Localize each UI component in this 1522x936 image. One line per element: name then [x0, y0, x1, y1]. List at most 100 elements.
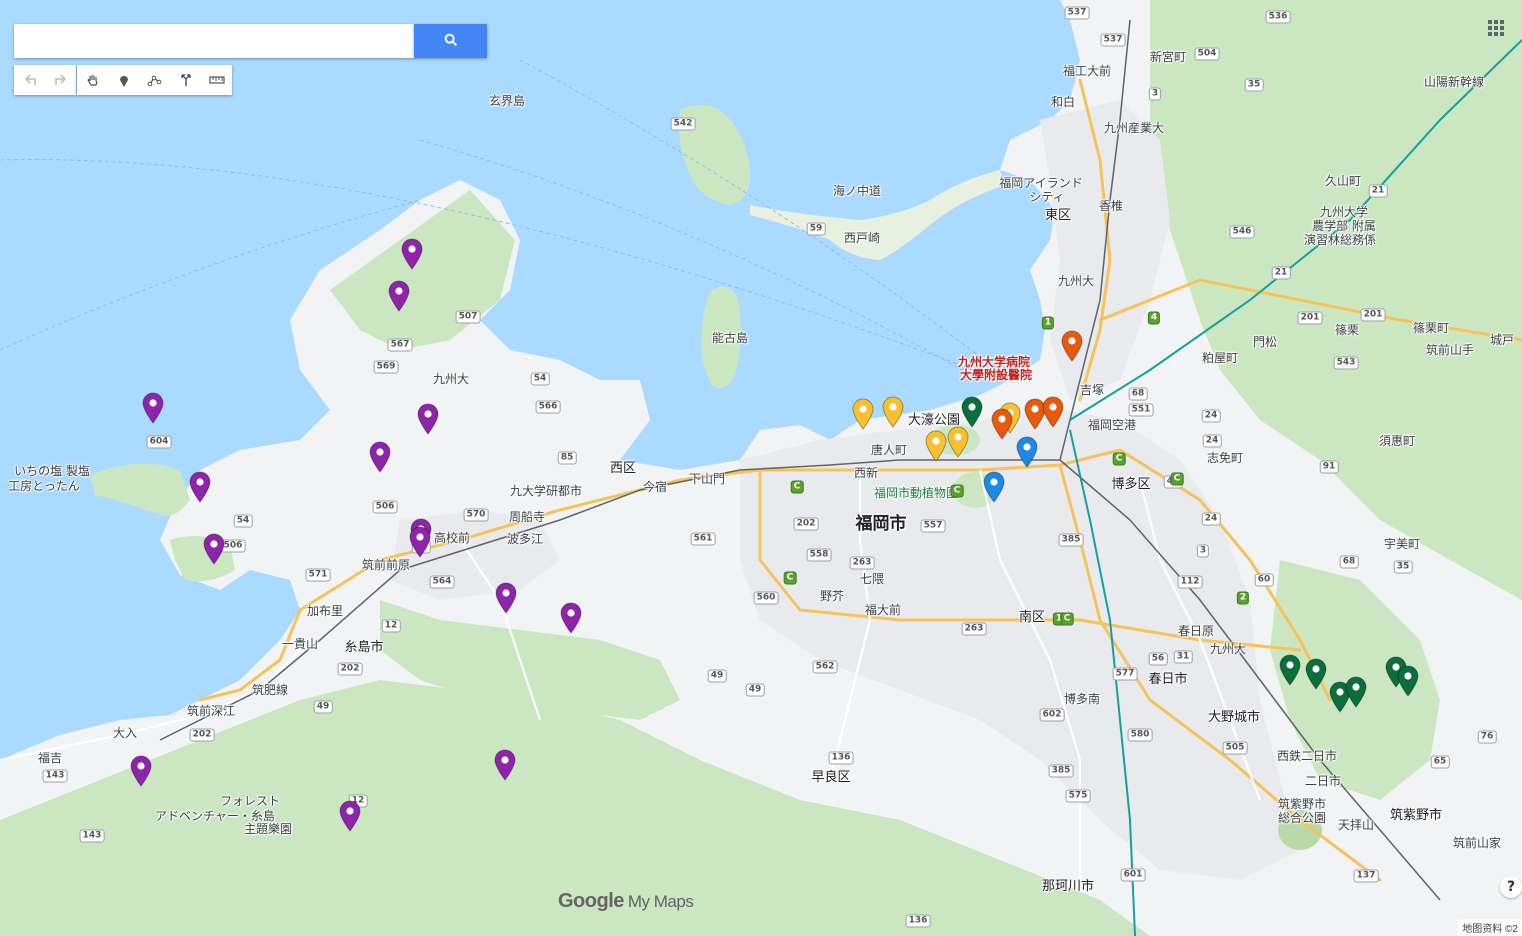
map-pin-icon — [961, 396, 983, 428]
place-label: 西新 — [853, 466, 879, 480]
add-marker-button[interactable] — [108, 65, 139, 95]
map-marker-blue[interactable] — [982, 471, 1006, 503]
road-shield: 60 — [1254, 573, 1274, 587]
place-label: 加布里 — [306, 604, 344, 618]
map-marker-green[interactable] — [1396, 665, 1420, 697]
my-maps-wordmark: My Maps — [627, 892, 694, 911]
map-marker-orange[interactable] — [1041, 396, 1065, 428]
place-label: 春日市 — [1148, 672, 1188, 687]
place-label: 波多江 — [506, 532, 544, 546]
draw-line-button[interactable] — [139, 65, 170, 95]
map-pin-icon — [1061, 330, 1083, 362]
map-marker-yellow[interactable] — [924, 430, 948, 462]
search-button[interactable] — [414, 24, 487, 58]
apps-grid-icon[interactable] — [1486, 18, 1506, 38]
place-label: 篠栗 — [1334, 323, 1360, 337]
place-label: アドベンチャー・糸島 — [155, 809, 275, 823]
directions-button[interactable] — [170, 65, 201, 95]
road-shield: 604 — [146, 435, 172, 449]
map-marker-purple[interactable] — [368, 441, 392, 473]
map-marker-purple[interactable] — [493, 749, 517, 781]
place-label: 下山門 — [688, 472, 726, 486]
road-shield: 68 — [1128, 387, 1148, 401]
road-shield: 601 — [1120, 868, 1146, 882]
road-shield: 202 — [189, 728, 215, 742]
place-label: 香椎 — [1098, 199, 1124, 213]
road-shield: 35 — [1244, 78, 1264, 92]
map-marker-purple[interactable] — [494, 582, 518, 614]
map-marker-yellow[interactable] — [851, 398, 875, 430]
place-label: シティ — [1029, 190, 1065, 204]
place-label: 那珂川市 — [1041, 879, 1095, 894]
map-marker-purple[interactable] — [559, 602, 583, 634]
place-label: 野芥 — [819, 589, 845, 603]
map-marker-green[interactable] — [1344, 676, 1368, 708]
place-label: 山陽新幹線 — [1423, 75, 1485, 89]
map-marker-green[interactable] — [960, 396, 984, 428]
place-label: 九大学研都市 — [509, 484, 583, 498]
road-shield: 21 — [1271, 266, 1291, 280]
map-pin-icon — [882, 396, 904, 428]
map-pin-icon — [369, 441, 391, 473]
map-marker-purple[interactable] — [188, 471, 212, 503]
map-pin-icon — [130, 755, 152, 787]
map-marker-green[interactable] — [1304, 658, 1328, 690]
map-marker-purple[interactable] — [129, 755, 153, 787]
road-shield: C — [950, 484, 964, 498]
map-marker-orange[interactable] — [1060, 330, 1084, 362]
map-marker-orange[interactable] — [990, 408, 1014, 440]
map-marker-purple[interactable] — [408, 526, 432, 558]
map-marker-purple[interactable] — [400, 238, 424, 270]
place-label: 今宿 — [642, 480, 668, 494]
map-marker-green[interactable] — [1278, 654, 1302, 686]
road-shield: 577 — [1112, 667, 1138, 681]
search-input[interactable] — [14, 24, 414, 58]
hand-icon — [86, 75, 98, 86]
pan-tool-button[interactable] — [77, 65, 108, 95]
place-label: 吉塚 — [1079, 383, 1105, 397]
map-marker-yellow[interactable] — [946, 426, 970, 458]
road-shield: 202 — [337, 662, 363, 676]
road-shield: 263 — [961, 622, 987, 636]
map-pin-icon — [1016, 436, 1038, 468]
help-icon[interactable]: ? — [1500, 876, 1522, 898]
place-label: 筑前山手 — [1425, 343, 1475, 357]
map-pin-icon — [1397, 665, 1419, 697]
place-label: 和白 — [1050, 95, 1076, 109]
map-marker-purple[interactable] — [338, 800, 362, 832]
place-label: 二日市 — [1304, 774, 1342, 788]
map-marker-purple[interactable] — [202, 533, 226, 565]
redo-button[interactable] — [45, 65, 76, 95]
place-label: 西区 — [609, 461, 637, 476]
road-shield: 575 — [1065, 789, 1091, 803]
place-label: 西鉄二日市 — [1276, 749, 1338, 763]
place-label: 七隈 — [859, 572, 885, 586]
road-shield: 551 — [1128, 403, 1154, 417]
place-label: 九州大 — [432, 372, 470, 386]
map-marker-purple[interactable] — [141, 392, 165, 424]
undo-button[interactable] — [14, 65, 45, 95]
map-marker-blue[interactable] — [1015, 436, 1039, 468]
map-marker-yellow[interactable] — [881, 396, 905, 428]
marker-icon — [119, 76, 128, 87]
map-marker-purple[interactable] — [416, 403, 440, 435]
place-label: 九州大学病院 — [957, 355, 1031, 369]
road-shield: 202 — [793, 517, 819, 531]
road-shield: 562 — [812, 660, 838, 674]
place-label: 宇美町 — [1383, 537, 1421, 551]
place-label: 演習林総務係 — [1303, 233, 1377, 247]
undo-icon — [24, 74, 36, 85]
map-attribution: 地图资料 ©2 — [1458, 919, 1522, 936]
place-label: 城戸 — [1489, 333, 1515, 347]
place-label: 福岡空港 — [1087, 418, 1137, 432]
directions-icon — [180, 74, 191, 86]
place-label: 門松 — [1252, 335, 1278, 349]
road-shield: 49 — [707, 669, 727, 683]
place-label: 筑紫野市 — [1389, 808, 1443, 823]
road-shield: 569 — [373, 360, 399, 374]
road-shield: 35 — [1393, 560, 1413, 574]
edit-toolbar — [77, 65, 232, 95]
road-shield: 385 — [1048, 764, 1074, 778]
map-marker-purple[interactable] — [387, 280, 411, 312]
measure-button[interactable] — [201, 65, 232, 95]
